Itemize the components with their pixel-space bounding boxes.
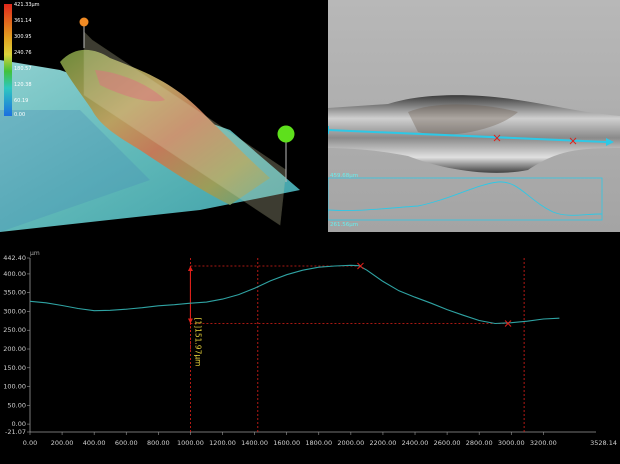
microscope-image-view[interactable]: 459.68µm 261.56µm bbox=[328, 0, 620, 232]
dimension-arrow-top bbox=[187, 266, 193, 272]
y-tick-label: 400.00 bbox=[3, 270, 26, 278]
x-tick-label: 1200.00 bbox=[209, 439, 236, 447]
x-tick-label: 2000.00 bbox=[337, 439, 364, 447]
x-axis: 0.00 200.00 400.00 600.00 800.00 1000.00 1200.… bbox=[23, 431, 617, 447]
colorbar-label-6: 60.19 bbox=[14, 98, 29, 104]
colorbar-label-5: 120.38 bbox=[14, 82, 32, 88]
dimension-arrow-bottom bbox=[187, 318, 193, 324]
colorbar-label-0: 421.33µm bbox=[14, 2, 40, 8]
x-tick-label: 1600.00 bbox=[273, 439, 300, 447]
plane-handle-orange[interactable] bbox=[79, 17, 89, 27]
profile-curve bbox=[29, 264, 560, 325]
y-tick-label: 300.00 bbox=[3, 307, 26, 315]
y-tick-label: 100.00 bbox=[3, 383, 26, 391]
y-tick-label: 0.00 bbox=[12, 420, 26, 428]
x-tick-label: 2400.00 bbox=[402, 439, 429, 447]
3d-surface-render[interactable] bbox=[0, 0, 326, 232]
x-tick-label: 600.00 bbox=[115, 439, 138, 447]
y-axis: 442.40 400.00 350.00 300.00 250.00 200.00 150.… bbox=[3, 254, 31, 436]
scale-bottom-label: 261.56µm bbox=[330, 222, 359, 228]
measurement-guides bbox=[187, 258, 525, 432]
y-tick-label: 150.00 bbox=[3, 364, 26, 372]
colorbar-label-1: 361.14 bbox=[14, 18, 32, 24]
x-tick-label: 1800.00 bbox=[305, 439, 332, 447]
scale-top-label: 459.68µm bbox=[330, 173, 359, 179]
colorbar-label-2: 300.95 bbox=[14, 34, 32, 40]
plane-handle-green[interactable] bbox=[277, 125, 295, 143]
x-end-label: 3528.14 bbox=[590, 439, 617, 447]
microscope-render[interactable] bbox=[328, 0, 620, 232]
y-tick-label: 442.40 bbox=[3, 254, 26, 262]
y-tick-label: -21.07 bbox=[5, 428, 26, 436]
y-tick-label: 50.00 bbox=[7, 401, 26, 409]
measurement-readout: [1]151.97µm bbox=[193, 317, 202, 366]
x-tick-label: 400.00 bbox=[83, 439, 106, 447]
x-tick-label: 3000.00 bbox=[498, 439, 525, 447]
y-unit-label: µm bbox=[30, 250, 40, 257]
x-tick-label: 0.00 bbox=[23, 439, 37, 447]
y-tick-label: 250.00 bbox=[3, 326, 26, 334]
colorbar-label-7: 0.00 bbox=[14, 112, 26, 118]
x-tick-label: 800.00 bbox=[147, 439, 170, 447]
profile-markers bbox=[357, 262, 512, 327]
x-tick-label: 200.00 bbox=[51, 439, 74, 447]
x-tick-label: 3200.00 bbox=[530, 439, 557, 447]
colorbar-label-3: 240.76 bbox=[14, 50, 32, 56]
x-tick-label: 2800.00 bbox=[466, 439, 493, 447]
height-profile-panel[interactable]: µm 442.40 400.00 350.00 300.00 250.00 200.00 1… bbox=[0, 236, 620, 464]
y-tick-label: 200.00 bbox=[3, 345, 26, 353]
x-tick-label: 1000.00 bbox=[177, 439, 204, 447]
height-profile-chart[interactable]: µm 442.40 400.00 350.00 300.00 250.00 200.00 1… bbox=[0, 236, 620, 464]
colorbar-label-4: 180.57 bbox=[14, 66, 32, 72]
colorbar bbox=[4, 4, 12, 116]
x-tick-label: 2600.00 bbox=[434, 439, 461, 447]
y-tick-label: 350.00 bbox=[3, 289, 26, 297]
x-tick-label: 2200.00 bbox=[369, 439, 396, 447]
x-tick-label: 1400.00 bbox=[241, 439, 268, 447]
3d-surface-view[interactable]: 421.33µm 361.14 300.95 240.76 180.57 120… bbox=[0, 0, 326, 232]
